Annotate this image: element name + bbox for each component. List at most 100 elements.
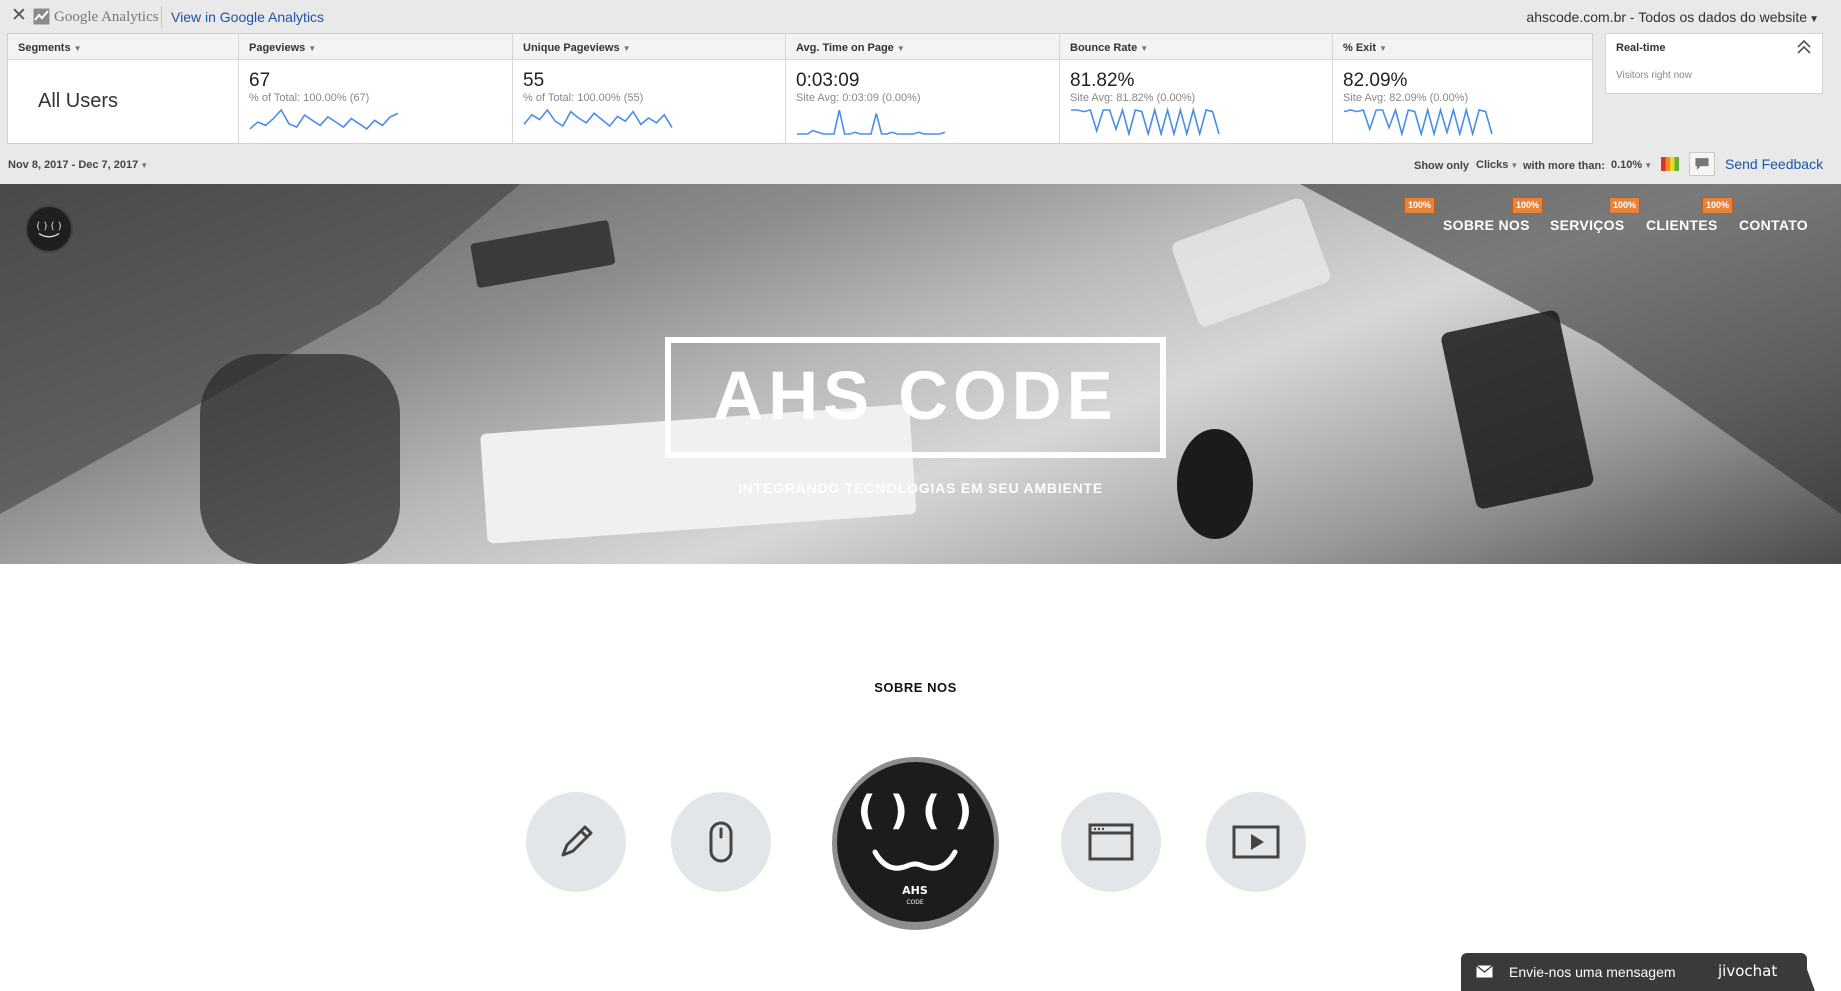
caret-down-icon: ▼	[1510, 161, 1519, 170]
nav-servicos[interactable]: SERVIÇOS	[1550, 217, 1625, 233]
sparkline	[249, 108, 399, 130]
metric-label: Bounce Rate	[1070, 42, 1138, 54]
metric-pageviews: Pageviews ▼ 67 % of Total: 100.00% (67)	[239, 34, 513, 143]
metric-value: 55	[523, 70, 545, 91]
metrics-table: Segments ▼ All Users Pageviews ▼ 67 % of T…	[7, 33, 1593, 144]
chat-brand: jivochat	[1718, 962, 1778, 980]
mustache-face-icon: ( ) ( )	[36, 221, 62, 238]
close-icon[interactable]: ✕	[10, 6, 28, 26]
click-percent-badge: 100%	[1609, 197, 1641, 214]
center-logo-subtext: CODE	[906, 899, 924, 906]
nav-clientes[interactable]: CLIENTES	[1646, 217, 1718, 233]
caret-down-icon: ▼	[308, 44, 317, 53]
caret-down-icon: ▼	[896, 44, 905, 53]
realtime-title: Real-time	[1616, 42, 1666, 54]
sparkline-path	[249, 108, 399, 130]
metric-label: Unique Pageviews	[523, 42, 620, 54]
date-range-selector[interactable]: Nov 8, 2017 - Dec 7, 2017 ▼	[8, 159, 148, 171]
metric-label: % Exit	[1343, 42, 1377, 54]
caret-down-icon: ▼	[1644, 161, 1653, 170]
caret-down-icon: ▼	[73, 44, 82, 53]
click-percent-badge: 100%	[1512, 197, 1544, 214]
metric-value: 67	[249, 70, 271, 91]
site-logo[interactable]: ( ) ( )	[25, 205, 73, 253]
pencil-icon	[561, 825, 593, 857]
caret-down-icon: ▼	[622, 44, 631, 53]
clicks-select-label: Clicks	[1476, 159, 1509, 171]
segments-label: Segments	[18, 42, 71, 54]
metric-value: 81.82%	[1070, 70, 1135, 91]
envelope-icon	[1476, 965, 1493, 978]
center-logo-text: AHS	[902, 884, 928, 897]
metric-header[interactable]: Unique Pageviews ▼	[513, 34, 785, 60]
metric-exit: % Exit ▼ 82.09% Site Avg: 82.09% (0.00%)	[1333, 34, 1592, 143]
sparkline	[1343, 106, 1493, 136]
feature-web-button[interactable]	[1061, 792, 1161, 892]
bubble-toggle-button[interactable]	[1689, 152, 1715, 176]
metric-bounce-rate: Bounce Rate ▼ 81.82% Site Avg: 81.82% (0.…	[1060, 34, 1333, 143]
collapse-icon[interactable]	[1796, 38, 1812, 56]
analytics-filter-bar: Nov 8, 2017 - Dec 7, 2017 ▼ Show only Cli…	[0, 148, 1841, 182]
metric-value: 82.09%	[1343, 70, 1408, 91]
caret-down-icon: ▼	[140, 161, 149, 170]
hero-tagline: INTEGRANDO TECNOLOGIAS EM SEU AMBIENTE	[737, 480, 1104, 496]
site-selector[interactable]: ahscode.com.br - Todos os dados do websi…	[1526, 8, 1819, 29]
nav-contato[interactable]: CONTATO	[1739, 217, 1808, 233]
hero-brand-box: AHS CODE	[665, 337, 1166, 458]
view-in-analytics-link[interactable]: View in Google Analytics	[171, 8, 324, 26]
metric-header[interactable]: Pageviews ▼	[239, 34, 512, 60]
feature-media-button[interactable]	[1206, 792, 1306, 892]
analytics-logo-icon	[33, 8, 50, 25]
site-selector-label: ahscode.com.br - Todos os dados do websi…	[1526, 9, 1808, 25]
metric-unique-pageviews: Unique Pageviews ▼ 55 % of Total: 100.00%…	[513, 34, 786, 143]
metric-value: 0:03:09	[796, 70, 860, 91]
sparkline-path	[1071, 106, 1220, 136]
center-logo-face: ( ) ( ) AHS CODE	[837, 762, 994, 922]
send-feedback-link[interactable]: Send Feedback	[1725, 156, 1823, 172]
svg-text:( ) ( ): ( ) ( )	[858, 788, 973, 834]
metric-label: Avg. Time on Page	[796, 42, 894, 54]
metric-header[interactable]: % Exit ▼	[1333, 34, 1592, 60]
caret-down-icon: ▼	[1140, 44, 1149, 53]
threshold-select[interactable]: 0.10% ▼	[1611, 159, 1652, 171]
date-range-label: Nov 8, 2017 - Dec 7, 2017	[8, 159, 139, 171]
analytics-brand: Google Analytics	[54, 9, 159, 25]
threshold-select-label: 0.10%	[1611, 159, 1643, 171]
section-title: SOBRE NOS	[874, 680, 957, 695]
segments-column: Segments ▼ All Users	[8, 34, 239, 143]
segment-value: All Users	[38, 90, 119, 112]
click-percent-badge: 100%	[1702, 197, 1734, 214]
realtime-subtext: Visitors right now	[1616, 70, 1692, 81]
clicks-select[interactable]: Clicks ▼	[1476, 159, 1518, 171]
analytics-overlay: ✕ Google Analytics View in Google Analyt…	[0, 0, 1841, 185]
metric-label: Pageviews	[249, 42, 306, 54]
sparkline-path	[523, 108, 673, 129]
svg-text:( ) ( ): ( ) ( )	[36, 221, 61, 232]
sparkline	[1071, 106, 1220, 136]
chat-widget[interactable]: Envie-nos uma mensagem jivochat	[1461, 953, 1807, 991]
sparkline-path	[1343, 106, 1493, 136]
show-only-label: Show only	[1414, 160, 1469, 172]
metric-subtext: % of Total: 100.00% (67)	[249, 92, 370, 104]
metric-avg-time: Avg. Time on Page ▼ 0:03:09 Site Avg: 0:0…	[786, 34, 1060, 143]
feature-design-button[interactable]	[526, 792, 626, 892]
browser-window-icon	[1088, 823, 1134, 861]
realtime-panel: Real-time Visitors right now	[1605, 33, 1823, 94]
play-icon	[1232, 825, 1280, 859]
mouse-icon	[709, 821, 733, 863]
metric-header[interactable]: Avg. Time on Page ▼	[786, 34, 1059, 60]
center-brand-logo[interactable]: ( ) ( ) AHS CODE	[832, 757, 999, 930]
sparkline-path	[797, 109, 946, 135]
metric-header[interactable]: Bounce Rate ▼	[1060, 34, 1332, 60]
metric-subtext: Site Avg: 82.09% (0.00%)	[1343, 92, 1469, 104]
metric-subtext: Site Avg: 0:03:09 (0.00%)	[796, 92, 921, 104]
heatmap-color-icon[interactable]	[1661, 157, 1679, 171]
divider	[161, 6, 162, 28]
feature-interaction-button[interactable]	[671, 792, 771, 892]
analytics-top-bar: ✕ Google Analytics View in Google Analyt…	[0, 0, 1841, 33]
segments-header[interactable]: Segments ▼	[8, 34, 238, 60]
click-percent-badge: 100%	[1404, 197, 1436, 214]
more-than-label: with more than:	[1523, 160, 1605, 172]
hero-section: ( ) ( ) 100% SOBRE NOS 100% SERVIÇOS 100…	[0, 184, 1841, 564]
nav-sobre-nos[interactable]: SOBRE NOS	[1443, 217, 1530, 233]
